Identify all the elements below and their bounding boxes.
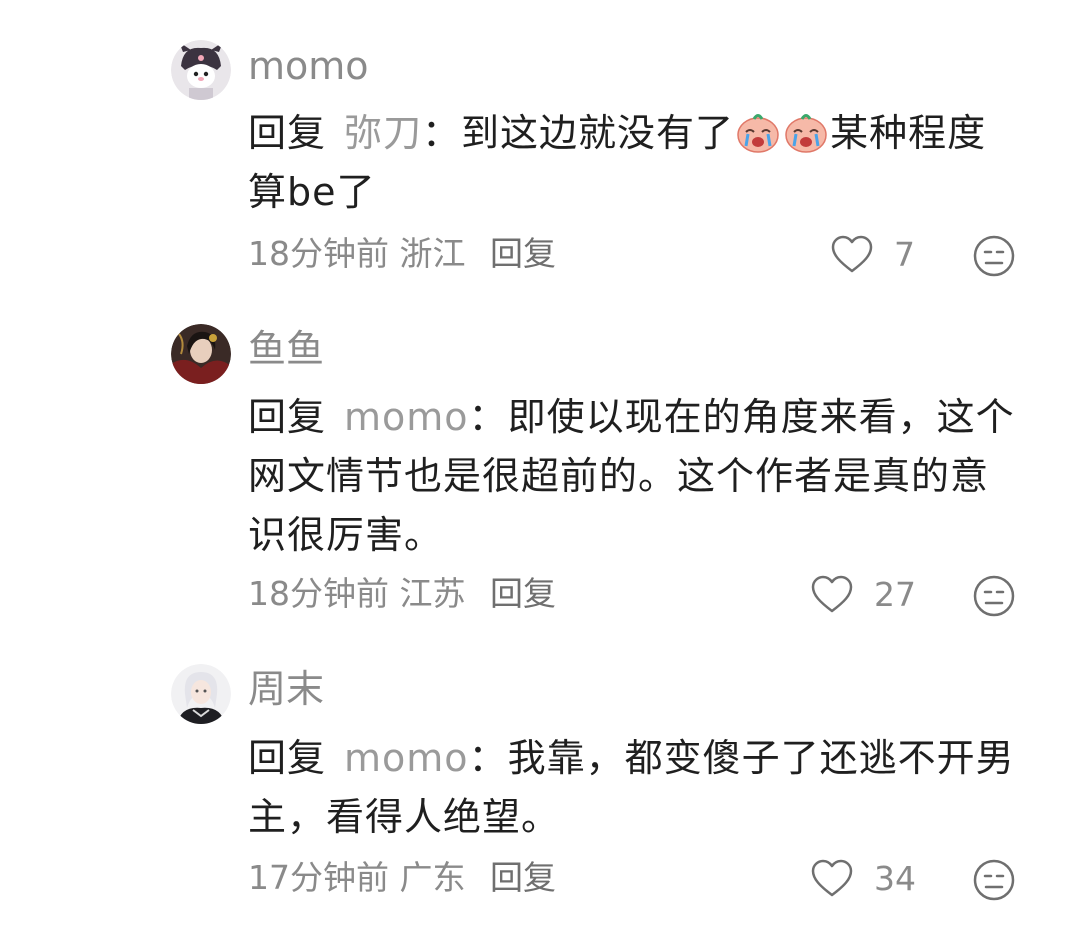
like-button[interactable]: 34 xyxy=(810,858,916,898)
reply-button[interactable]: 回复 xyxy=(490,574,556,613)
username[interactable]: 鱼鱼 xyxy=(248,330,324,368)
avatar[interactable] xyxy=(171,324,231,384)
dislike-button[interactable] xyxy=(972,234,1016,278)
username[interactable]: momo xyxy=(248,47,369,85)
reply-colon: ： xyxy=(422,111,462,155)
heart-outline-icon xyxy=(811,575,853,613)
avatar[interactable] xyxy=(171,40,231,100)
reply-colon: ： xyxy=(468,736,508,780)
like-button[interactable]: 27 xyxy=(810,574,916,614)
reply-label: 回复 xyxy=(248,111,327,155)
reply-button[interactable]: 回复 xyxy=(490,858,556,897)
reply-colon: ： xyxy=(468,395,508,439)
reply-button[interactable]: 回复 xyxy=(490,234,556,273)
avatar[interactable] xyxy=(171,664,231,724)
heart-outline-icon xyxy=(831,235,873,273)
reply-label: 回复 xyxy=(248,395,327,439)
like-count: 27 xyxy=(874,574,916,614)
reply-target[interactable]: 弥刀 xyxy=(344,111,422,155)
comment-text: 回复 momo：我靠，都变傻子了还逃不开男主，看得人绝望。 xyxy=(248,729,1023,847)
meh-face-icon xyxy=(973,575,1015,617)
heart-outline-icon xyxy=(811,859,853,897)
comment-text-part: 到这边就没有了 xyxy=(461,111,735,155)
avatar-image xyxy=(171,40,231,100)
comment-meta: 18分钟前 浙江 回复 xyxy=(248,237,556,270)
dislike-button[interactable] xyxy=(972,858,1016,902)
avatar-image xyxy=(171,324,231,384)
like-button[interactable]: 7 xyxy=(830,234,915,274)
dislike-button[interactable] xyxy=(972,574,1016,618)
reply-target[interactable]: momo xyxy=(344,395,469,439)
reply-label: 回复 xyxy=(248,736,327,780)
like-count: 7 xyxy=(894,234,915,274)
reply-target[interactable]: momo xyxy=(344,736,469,780)
like-count: 34 xyxy=(874,858,916,898)
comment-meta: 18分钟前 江苏 回复 xyxy=(248,577,556,610)
comment-location: 浙江 xyxy=(399,234,466,273)
meh-face-icon xyxy=(973,235,1015,277)
comment-location: 广东 xyxy=(399,858,466,897)
comment-text: 回复 弥刀：到这边就没有了 某种程度算be了 xyxy=(248,104,1023,222)
comment-meta: 17分钟前 广东 回复 xyxy=(248,861,556,894)
comment-location: 江苏 xyxy=(399,574,466,613)
comment-time: 18分钟前 xyxy=(248,234,389,273)
meh-face-icon xyxy=(973,859,1015,901)
avatar-image xyxy=(171,664,231,724)
crying-face-emoji xyxy=(734,110,782,154)
comment-time: 18分钟前 xyxy=(248,574,389,613)
username[interactable]: 周末 xyxy=(248,670,324,708)
crying-face-emoji xyxy=(782,110,830,154)
comment-time: 17分钟前 xyxy=(248,858,389,897)
comment-text: 回复 momo：即使以现在的角度来看，这个网文情节也是很超前的。这个作者是真的意识… xyxy=(248,388,1023,565)
